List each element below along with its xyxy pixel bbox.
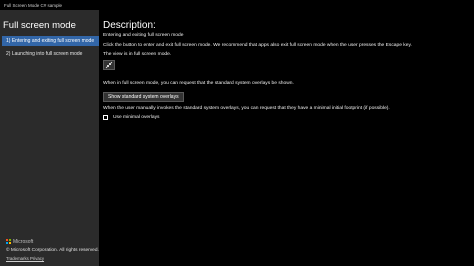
microsoft-logo: Microsoft bbox=[6, 238, 98, 245]
main-content: Description: Entering and exiting full s… bbox=[103, 10, 471, 266]
overlay-intro-text: When in full screen mode, you can reques… bbox=[103, 81, 294, 86]
title-bar: Full Screen Mode C# sample bbox=[0, 0, 474, 10]
app-heading: Full screen mode bbox=[3, 20, 76, 31]
microsoft-logo-icon bbox=[6, 239, 11, 244]
scenario-item-launching[interactable]: 2) Launching into full screen mode bbox=[2, 49, 99, 59]
instructions-text: Click the button to enter and exit full … bbox=[103, 43, 412, 48]
logo-square-red bbox=[6, 239, 8, 241]
copyright-text: © Microsoft Corporation. All rights rese… bbox=[6, 248, 99, 253]
logo-square-green bbox=[9, 239, 11, 241]
logo-square-yellow bbox=[9, 242, 11, 244]
collapse-arrows-icon bbox=[105, 61, 113, 69]
trademarks-privacy-link[interactable]: Trademarks Privacy bbox=[6, 256, 98, 261]
toggle-full-screen-button[interactable] bbox=[103, 60, 115, 70]
status-text: The view is in full screen mode. bbox=[103, 52, 172, 57]
brand-name: Microsoft bbox=[13, 238, 34, 245]
sidebar: Full screen mode 1) Entering and exiting… bbox=[0, 10, 99, 266]
show-system-overlays-button[interactable]: Show standard system overlays bbox=[103, 92, 184, 102]
window-title: Full Screen Mode C# sample bbox=[4, 2, 63, 8]
checkbox-label: Use minimal overlays bbox=[113, 115, 160, 120]
minimal-intro-text: When the user manually invokes the stand… bbox=[103, 106, 390, 111]
sidebar-footer: Microsoft © Microsoft Corporation. All r… bbox=[6, 238, 99, 261]
scenario-name: Entering and exiting full screen mode bbox=[103, 33, 184, 38]
description-title: Description: bbox=[103, 20, 156, 31]
checkbox-box[interactable] bbox=[103, 115, 108, 120]
logo-square-blue bbox=[6, 242, 8, 244]
scenario-item-entering-exiting[interactable]: 1) Entering and exiting full screen mode bbox=[2, 36, 99, 46]
use-minimal-overlays-checkbox[interactable]: Use minimal overlays bbox=[103, 115, 159, 120]
